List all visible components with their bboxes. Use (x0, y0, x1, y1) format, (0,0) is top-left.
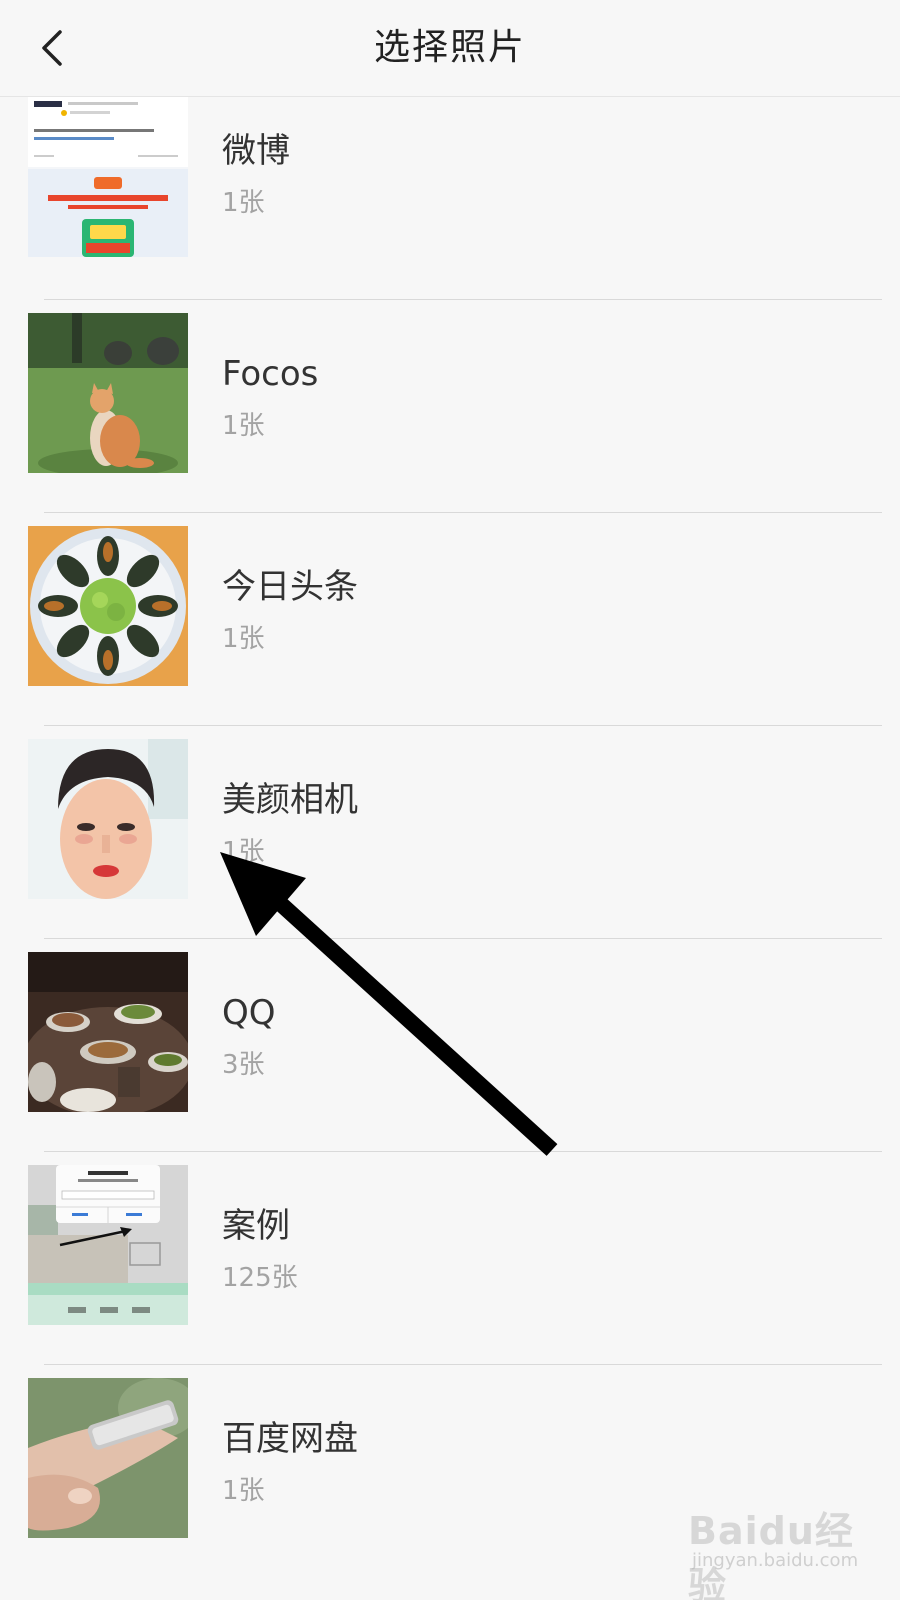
album-name: 案例 (222, 1206, 290, 1246)
album-thumbnail (28, 1378, 188, 1538)
album-row-toutiao[interactable]: 今日头条 1张 (0, 513, 900, 726)
album-name: 百度网盘 (222, 1419, 358, 1459)
album-thumbnail (28, 952, 188, 1112)
album-row-weibo[interactable]: 微博 1张 (0, 97, 900, 300)
album-count: 1张 (222, 411, 265, 441)
hand-phone-thumbnail (28, 1378, 188, 1538)
album-count: 1张 (222, 188, 265, 218)
album-count: 1张 (222, 624, 265, 654)
dinner-thumbnail (28, 952, 188, 1112)
album-thumbnail (28, 1165, 188, 1325)
album-name: 美颜相机 (222, 780, 358, 820)
album-name: 今日头条 (222, 567, 358, 607)
album-list[interactable]: 微博 1张 Focos 1张 今日头条 1张 美颜相机 1张 QQ 3张 案例 … (0, 97, 900, 1600)
weibo-screenshot-thumbnail (28, 97, 188, 257)
album-name: 微博 (222, 131, 290, 171)
navigation-bar: 选择照片 (0, 0, 900, 97)
selfie-thumbnail (28, 739, 188, 899)
album-name: QQ (222, 993, 276, 1033)
album-count: 1张 (222, 1476, 265, 1506)
album-count: 125张 (222, 1263, 298, 1293)
album-row-qq[interactable]: QQ 3张 (0, 939, 900, 1152)
album-count: 3张 (222, 1050, 265, 1080)
album-thumbnail (28, 97, 188, 257)
album-row-cases[interactable]: 案例 125张 (0, 1152, 900, 1365)
cat-photo-thumbnail (28, 313, 188, 473)
dialog-screenshot-thumbnail (28, 1165, 188, 1325)
album-thumbnail (28, 739, 188, 899)
album-row-baidu-netdisk[interactable]: 百度网盘 1张 (0, 1365, 900, 1578)
album-thumbnail (28, 526, 188, 686)
page-title: 选择照片 (373, 27, 526, 68)
album-row-meiyan[interactable]: 美颜相机 1张 (0, 726, 900, 939)
album-name: Focos (222, 354, 319, 394)
photo-picker-page: 选择照片 微博 1张 Focos 1张 今日头条 1张 美颜相机 1张 QQ 3… (0, 0, 900, 1600)
album-count: 1张 (222, 837, 265, 867)
album-thumbnail (28, 313, 188, 473)
food-dish-thumbnail (28, 526, 188, 686)
album-row-focos[interactable]: Focos 1张 (0, 300, 900, 513)
